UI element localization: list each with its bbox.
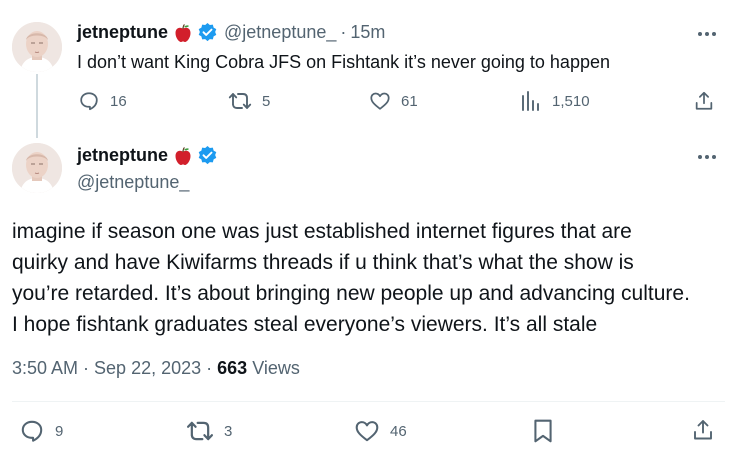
tweet-text-line: you’re retarded. It’s about bringing new… (12, 282, 690, 305)
views-button[interactable]: 1,510 (520, 90, 590, 112)
reply-time[interactable]: 15m (350, 22, 385, 43)
like-icon (354, 418, 380, 444)
reply-button[interactable]: 9 (19, 418, 63, 444)
thread-connector (36, 74, 38, 138)
repost-button[interactable]: 5 (228, 90, 270, 112)
main-handle[interactable]: @jetneptune_ (77, 172, 189, 193)
like-icon (369, 90, 391, 112)
verified-badge-icon (197, 145, 218, 166)
tweet-meta: 3:50 AM · Sep 22, 2023 · 663 Views (12, 358, 300, 379)
apple-emoji-icon (173, 23, 193, 43)
share-icon (691, 418, 715, 442)
reply-count: 16 (110, 92, 127, 110)
tweet-timestamp[interactable]: 3:50 AM · Sep 22, 2023 · (12, 358, 217, 378)
tweet-text: imagine if season one was just establish… (12, 216, 728, 340)
divider (12, 401, 725, 402)
like-count: 61 (401, 92, 418, 110)
views-count: 1,510 (552, 92, 590, 110)
more-icon[interactable] (695, 147, 719, 167)
reply-count: 9 (55, 422, 64, 440)
avatar[interactable] (12, 22, 62, 72)
tweet-views-count: 663 (217, 358, 248, 378)
like-button[interactable]: 61 (369, 90, 418, 112)
tweet-text-line: I hope fishtank graduates steal everyone… (12, 313, 598, 336)
reply-author-row: jetneptune @jetneptune_ · 15m (77, 22, 385, 43)
tweet-text-line: quirky and have Kiwifarms threads if u t… (12, 251, 634, 274)
share-icon (693, 90, 715, 112)
tweet-text-line: imagine if season one was just establish… (12, 220, 632, 243)
reply-text: I don’t want King Cobra JFS on Fishtank … (77, 52, 610, 72)
bookmark-icon (531, 418, 555, 444)
main-display-name[interactable]: jetneptune (77, 145, 168, 166)
repost-button[interactable]: 3 (186, 418, 232, 444)
bookmark-button[interactable] (531, 418, 555, 444)
more-icon[interactable] (695, 24, 719, 44)
repost-icon (228, 90, 252, 112)
reply-display-name[interactable]: jetneptune (77, 22, 168, 43)
verified-badge-icon (197, 22, 218, 43)
reply-separator: · (340, 22, 347, 42)
repost-icon (186, 418, 214, 444)
apple-emoji-icon (173, 146, 193, 166)
reply-icon (19, 418, 45, 444)
repost-count: 3 (224, 422, 233, 440)
avatar[interactable] (12, 143, 62, 193)
share-button[interactable] (693, 90, 715, 112)
share-button[interactable] (691, 418, 715, 442)
reply-icon (78, 90, 100, 112)
repost-count: 5 (262, 92, 271, 110)
reply-handle[interactable]: @jetneptune_ (224, 22, 336, 43)
tweet-views-label: Views (247, 358, 300, 378)
like-count: 46 (390, 422, 407, 440)
like-button[interactable]: 46 (354, 418, 407, 444)
views-icon (520, 90, 542, 112)
main-author-row: jetneptune (77, 145, 218, 166)
reply-button[interactable]: 16 (78, 90, 127, 112)
